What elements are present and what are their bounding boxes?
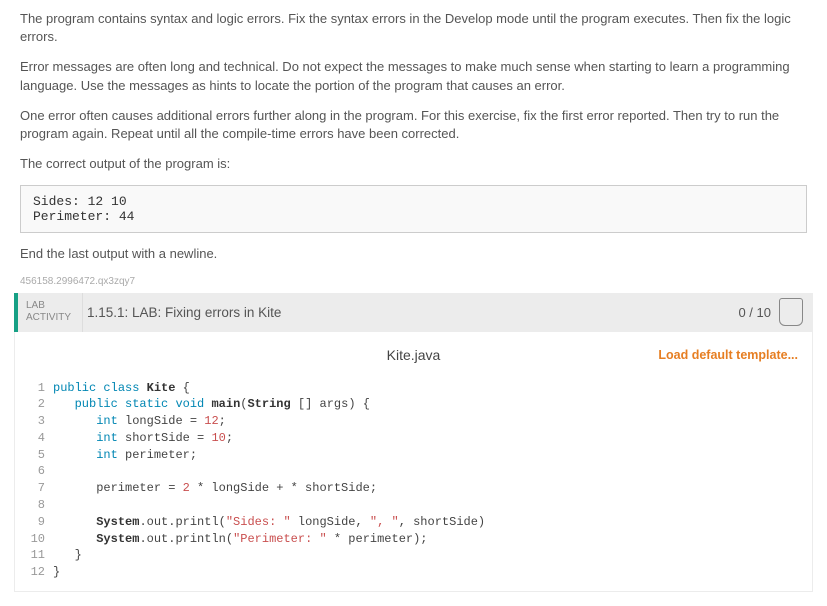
code-editor-panel: Kite.java Load default template... 1 2 3… <box>14 332 813 593</box>
instructions-paragraph: Error messages are often long and techni… <box>20 58 807 94</box>
file-name: Kite.java <box>387 347 441 363</box>
activity-id: 456158.2996472.qx3zqy7 <box>0 276 827 293</box>
instructions-paragraph: One error often causes additional errors… <box>20 107 807 143</box>
line-number-gutter: 1 2 3 4 5 6 7 8 9 10 11 12 <box>15 380 53 582</box>
code-content[interactable]: public class Kite { public static void m… <box>53 380 812 582</box>
lab-tag-line1: LAB <box>26 300 45 312</box>
lab-score-text: 0 / 10 <box>738 305 771 320</box>
score-badge-icon <box>779 298 803 326</box>
lab-tag-line2: ACTIVITY <box>26 312 71 324</box>
code-editor[interactable]: 1 2 3 4 5 6 7 8 9 10 11 12 public class … <box>15 378 812 592</box>
lab-activity-tag: LAB ACTIVITY <box>18 293 82 332</box>
expected-output-box: Sides: 12 10 Perimeter: 44 <box>20 185 807 233</box>
editor-header: Kite.java Load default template... <box>15 332 812 378</box>
load-default-template-button[interactable]: Load default template... <box>658 348 798 362</box>
lab-score-area: 0 / 10 <box>728 293 813 332</box>
lab-title: 1.15.1: LAB: Fixing errors in Kite <box>82 293 728 332</box>
instructions-paragraph: The program contains syntax and logic er… <box>20 10 807 46</box>
instructions-paragraph: End the last output with a newline. <box>20 245 807 263</box>
lab-header: LAB ACTIVITY 1.15.1: LAB: Fixing errors … <box>14 293 813 332</box>
instructions-paragraph: The correct output of the program is: <box>20 155 807 173</box>
